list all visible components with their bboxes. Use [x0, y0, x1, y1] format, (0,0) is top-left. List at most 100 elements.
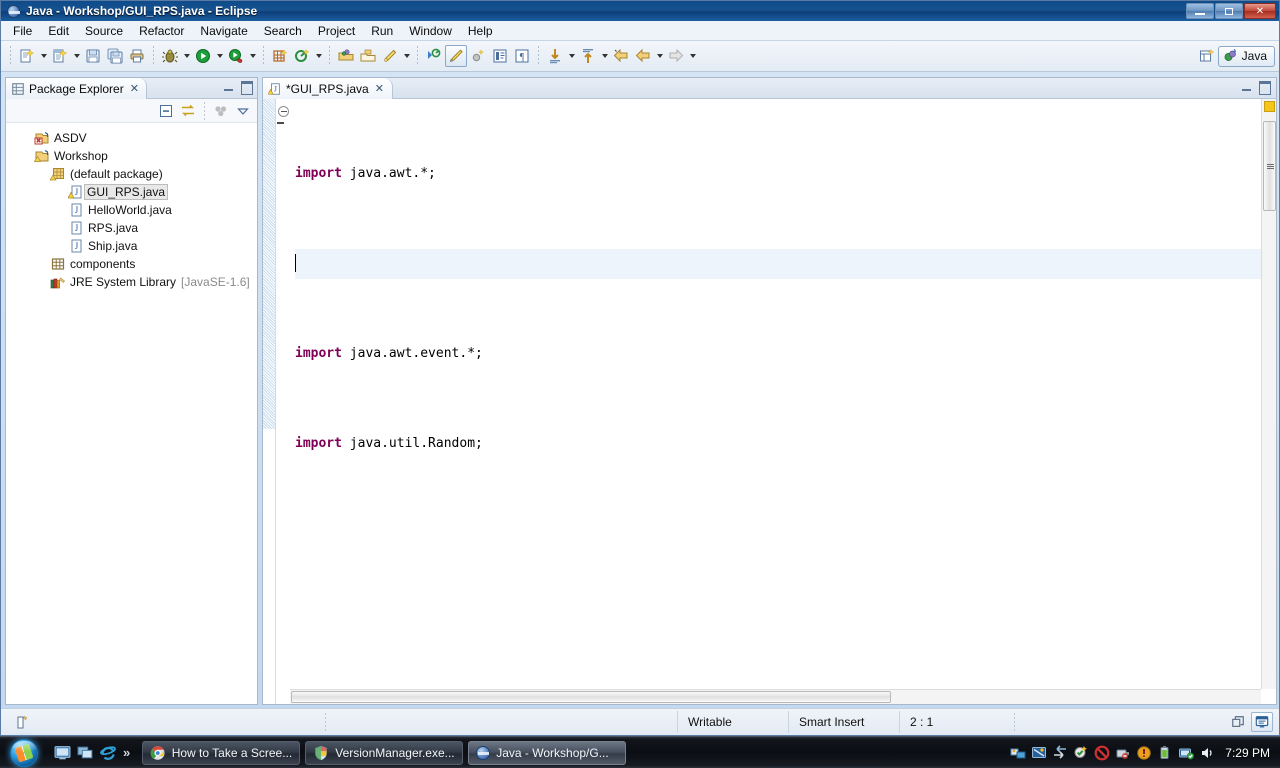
tray-network-icon[interactable]: [1177, 744, 1194, 761]
debug-icon[interactable]: [159, 45, 181, 67]
open-perspective-icon[interactable]: [1196, 45, 1218, 67]
back-icon[interactable]: [632, 45, 654, 67]
menu-search[interactable]: Search: [256, 22, 310, 40]
show-desktop-icon[interactable]: [52, 743, 72, 763]
link-with-editor-icon[interactable]: [178, 101, 198, 121]
toggle-mark-occurrences-icon[interactable]: [445, 45, 467, 67]
new-java-class-icon[interactable]: [49, 45, 71, 67]
warning-marker-icon[interactable]: [1264, 101, 1275, 112]
external-tools-dropdown-icon[interactable]: [247, 45, 258, 67]
tree-row-default-package[interactable]: (default package): [6, 165, 257, 183]
menu-project[interactable]: Project: [310, 22, 363, 40]
taskbar-clock[interactable]: 7:29 PM: [1221, 746, 1280, 760]
horizontal-scroll-thumb[interactable]: [291, 691, 891, 703]
new-java-class-dropdown-icon[interactable]: [71, 45, 82, 67]
pilcrow-icon[interactable]: ¶: [511, 45, 533, 67]
tree-row-workshop[interactable]: Workshop: [6, 147, 257, 165]
next-annotation-icon[interactable]: [544, 45, 566, 67]
restore-button[interactable]: [1215, 3, 1243, 19]
tree-row-asdv[interactable]: ✖ ASDV: [6, 129, 257, 147]
close-icon[interactable]: ✕: [130, 82, 139, 95]
external-tools-icon[interactable]: [225, 45, 247, 67]
new-java-project-icon[interactable]: [269, 45, 291, 67]
menu-run[interactable]: Run: [363, 22, 401, 40]
minimize-button[interactable]: [1186, 3, 1214, 19]
restore-editors-icon[interactable]: [1227, 712, 1249, 732]
show-whitespace-icon[interactable]: [489, 45, 511, 67]
new-wizard-dropdown-icon[interactable]: [38, 45, 49, 67]
tree-row-components[interactable]: components: [6, 255, 257, 273]
close-icon[interactable]: ✕: [375, 82, 384, 95]
tree-row-helloworld-java[interactable]: J HelloWorld.java: [6, 201, 257, 219]
next-annotation-dropdown-icon[interactable]: [566, 45, 577, 67]
open-task-icon[interactable]: [357, 45, 379, 67]
debug-dropdown-icon[interactable]: [181, 45, 192, 67]
new-annotation-dropdown-icon[interactable]: [313, 45, 324, 67]
save-icon[interactable]: [82, 45, 104, 67]
maximize-editor-icon[interactable]: [1251, 712, 1273, 732]
tray-volume-icon[interactable]: [1198, 744, 1215, 761]
maximize-view-icon[interactable]: [1258, 81, 1271, 94]
close-button[interactable]: ✕: [1244, 3, 1276, 19]
quick-fix-dropdown-icon[interactable]: [401, 45, 412, 67]
run-icon[interactable]: [192, 45, 214, 67]
minimize-view-icon[interactable]: [1240, 81, 1253, 94]
menu-source[interactable]: Source: [77, 22, 131, 40]
internet-explorer-icon[interactable]: [98, 743, 118, 763]
run-dropdown-icon[interactable]: [214, 45, 225, 67]
source-code[interactable]: import java.awt.*; import java.awt.event…: [290, 99, 1276, 704]
previous-annotation-dropdown-icon[interactable]: [599, 45, 610, 67]
view-menu-icon[interactable]: [233, 101, 253, 121]
code-area[interactable]: import java.awt.*; import java.awt.event…: [290, 99, 1276, 704]
menu-file[interactable]: File: [5, 22, 40, 40]
tree-row-rps-java[interactable]: J RPS.java: [6, 219, 257, 237]
vertical-scroll-thumb[interactable]: [1263, 121, 1276, 211]
search-refs-icon[interactable]: [423, 45, 445, 67]
new-wizard-icon[interactable]: [16, 45, 38, 67]
last-edit-location-icon[interactable]: [610, 45, 632, 67]
windows-start-orb-icon[interactable]: [1, 738, 47, 768]
new-annotation-icon[interactable]: [291, 45, 313, 67]
tray-blocked-icon[interactable]: [1093, 744, 1110, 761]
tray-warning-icon[interactable]: [1135, 744, 1152, 761]
skip-breakpoints-icon[interactable]: [467, 45, 489, 67]
tray-display-icon[interactable]: [1030, 744, 1047, 761]
tree-row-gui-rps-java[interactable]: J GUI_RPS.java: [6, 183, 257, 201]
switch-windows-icon[interactable]: [75, 743, 95, 763]
editor-vertical-scrollbar[interactable]: [1261, 99, 1276, 689]
quick-fix-icon[interactable]: [379, 45, 401, 67]
forward-dropdown-icon[interactable]: [687, 45, 698, 67]
annotation-ruler[interactable]: [263, 99, 276, 704]
tab-gui-rps-java[interactable]: J *GUI_RPS.java ✕: [263, 78, 393, 99]
quick-launch-overflow-icon[interactable]: »: [123, 745, 130, 760]
menu-refactor[interactable]: Refactor: [131, 22, 192, 40]
tray-usb-icon[interactable]: [1114, 744, 1131, 761]
minimize-view-icon[interactable]: [222, 81, 235, 94]
editor-horizontal-scrollbar[interactable]: [290, 689, 1261, 704]
collapse-all-icon[interactable]: [156, 101, 176, 121]
task-button-chrome[interactable]: How to Take a Scree...: [142, 741, 300, 765]
tray-antivirus-icon[interactable]: [1072, 744, 1089, 761]
back-dropdown-icon[interactable]: [654, 45, 665, 67]
tray-battery-icon[interactable]: [1156, 744, 1173, 761]
tree-row-jre-system-library[interactable]: JRE System Library [JavaSE-1.6]: [6, 273, 257, 291]
menu-help[interactable]: Help: [460, 22, 501, 40]
save-all-icon[interactable]: [104, 45, 126, 67]
tab-package-explorer[interactable]: Package Explorer ✕: [6, 78, 147, 99]
print-icon[interactable]: [126, 45, 148, 67]
perspective-java-button[interactable]: Java: [1218, 46, 1275, 67]
tray-network-share-icon[interactable]: [1009, 744, 1026, 761]
task-button-eclipse[interactable]: Java - Workshop/G...: [468, 741, 626, 765]
menu-edit[interactable]: Edit: [40, 22, 77, 40]
tray-sync-icon[interactable]: [1051, 744, 1068, 761]
collapse-fold-icon[interactable]: [278, 106, 289, 117]
maximize-view-icon[interactable]: [240, 81, 253, 94]
previous-annotation-icon[interactable]: [577, 45, 599, 67]
forward-icon[interactable]: [665, 45, 687, 67]
view-menu-focus-icon[interactable]: [211, 101, 231, 121]
menu-navigate[interactable]: Navigate: [192, 22, 255, 40]
menu-window[interactable]: Window: [401, 22, 460, 40]
open-type-icon[interactable]: [335, 45, 357, 67]
folding-ruler[interactable]: [276, 99, 290, 704]
task-button-versionmanager[interactable]: VersionManager.exe...: [305, 741, 463, 765]
